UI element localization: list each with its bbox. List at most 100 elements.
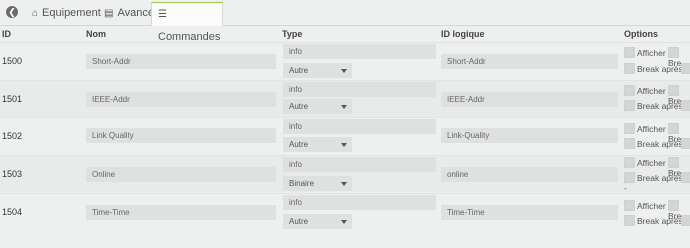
extra-checkbox[interactable] bbox=[681, 215, 690, 226]
option-afficher[interactable]: Afficher bbox=[624, 47, 666, 58]
option-extra[interactable] bbox=[681, 138, 690, 149]
option-label: Break après bbox=[637, 216, 683, 226]
afficher-checkbox[interactable] bbox=[624, 85, 635, 96]
option-extra[interactable] bbox=[681, 172, 690, 183]
break-apres-checkbox[interactable] bbox=[624, 138, 635, 149]
option-label: Afficher bbox=[637, 124, 666, 134]
extra-checkbox[interactable] bbox=[681, 138, 690, 149]
logical-id-input[interactable]: Link-Quality bbox=[441, 128, 618, 143]
tab-label: Equipement bbox=[42, 7, 101, 19]
chevron-down-icon bbox=[341, 105, 347, 109]
option-break-apres[interactable]: Break après bbox=[624, 215, 683, 226]
tab-commandes[interactable]: ☰Commandes bbox=[151, 2, 223, 43]
logical-id-input[interactable]: online bbox=[441, 167, 618, 182]
row-id: 1501 bbox=[2, 94, 23, 104]
chevron-down-icon bbox=[341, 182, 347, 186]
option-label: Afficher bbox=[637, 86, 666, 96]
subtype-value: Autre bbox=[289, 102, 309, 111]
row-id: 1504 bbox=[2, 207, 23, 217]
tab-bar: ❮ ⌂ Equipement ▤ Avancé ☰Commandes bbox=[0, 0, 690, 43]
option-label: Afficher bbox=[637, 48, 666, 58]
table-row: 1502 Link Quality info Autre Link-Qualit… bbox=[0, 117, 690, 154]
option-afficher[interactable]: Afficher bbox=[624, 157, 666, 168]
option-extra[interactable] bbox=[681, 100, 690, 111]
type-input[interactable]: info bbox=[283, 82, 436, 97]
option-label: Break après bbox=[637, 139, 683, 149]
afficher-checkbox[interactable] bbox=[624, 47, 635, 58]
home-icon: ⌂ bbox=[32, 8, 39, 19]
logical-id-input[interactable]: Time-Time bbox=[441, 205, 618, 220]
logical-id-input[interactable]: Short-Addr bbox=[441, 54, 618, 69]
name-input[interactable]: Short-Addr bbox=[86, 54, 276, 69]
name-input[interactable]: Online bbox=[86, 167, 276, 182]
option-label: Break après bbox=[637, 101, 683, 111]
subtype-select[interactable]: Autre bbox=[283, 63, 352, 78]
break-apres-checkbox[interactable] bbox=[624, 63, 635, 74]
subtype-select[interactable]: Binaire bbox=[283, 176, 352, 191]
option-label: Break après bbox=[637, 64, 683, 74]
type-input[interactable]: info bbox=[283, 119, 436, 134]
afficher-checkbox[interactable] bbox=[624, 200, 635, 211]
extra-checkbox[interactable] bbox=[681, 100, 690, 111]
bre-checkbox[interactable] bbox=[668, 200, 679, 211]
afficher-checkbox[interactable] bbox=[624, 157, 635, 168]
dash-text: - bbox=[624, 183, 627, 193]
option-break-apres[interactable]: Break après bbox=[624, 138, 683, 149]
type-input[interactable]: info bbox=[283, 195, 436, 210]
header-options: Options bbox=[624, 29, 658, 39]
header-id-logique: ID logique bbox=[441, 29, 485, 39]
afficher-checkbox[interactable] bbox=[624, 123, 635, 134]
subtype-select[interactable]: Autre bbox=[283, 99, 352, 114]
row-id: 1503 bbox=[2, 169, 23, 179]
subtype-select[interactable]: Autre bbox=[283, 214, 352, 229]
extra-checkbox[interactable] bbox=[681, 172, 690, 183]
chevron-down-icon bbox=[341, 143, 347, 147]
bre-checkbox[interactable] bbox=[668, 123, 679, 134]
type-input[interactable]: info bbox=[283, 44, 436, 59]
chevron-down-icon bbox=[341, 220, 347, 224]
row-id: 1502 bbox=[2, 131, 23, 141]
table-row: 1500 Short-Addr info Autre Short-Addr Af… bbox=[0, 42, 690, 79]
option-afficher[interactable]: Afficher bbox=[624, 85, 666, 96]
option-extra[interactable] bbox=[681, 63, 690, 74]
bre-checkbox[interactable] bbox=[668, 85, 679, 96]
option-label: Afficher bbox=[637, 158, 666, 168]
subtype-value: Autre bbox=[289, 140, 309, 149]
break-apres-checkbox[interactable] bbox=[624, 100, 635, 111]
break-apres-checkbox[interactable] bbox=[624, 215, 635, 226]
name-input[interactable]: Link Quality bbox=[86, 128, 276, 143]
header-id: ID bbox=[2, 29, 11, 39]
chevron-down-icon bbox=[341, 69, 347, 73]
table-row: 1503 Online info Binaire online Afficher… bbox=[0, 155, 690, 193]
extra-checkbox[interactable] bbox=[681, 63, 690, 74]
option-afficher[interactable]: Afficher bbox=[624, 200, 666, 211]
row-id: 1500 bbox=[2, 56, 23, 66]
logical-id-input[interactable]: IEEE-Addr bbox=[441, 92, 618, 107]
subtype-value: Autre bbox=[289, 217, 309, 226]
option-label: Afficher bbox=[637, 201, 666, 211]
name-input[interactable]: IEEE-Addr bbox=[86, 92, 276, 107]
lines-icon: ☰ bbox=[158, 9, 167, 20]
type-input[interactable]: info bbox=[283, 157, 436, 172]
back-arrow-icon[interactable]: ❮ bbox=[6, 6, 18, 18]
list-icon: ▤ bbox=[104, 8, 114, 19]
table-header: ID Nom Type ID logique Options bbox=[0, 26, 690, 42]
table-row: 1504 Time-Time info Autre Time-Time Affi… bbox=[0, 193, 690, 230]
option-break-apres[interactable]: Break après bbox=[624, 172, 683, 183]
name-input[interactable]: Time-Time bbox=[86, 205, 276, 220]
bre-checkbox[interactable] bbox=[668, 157, 679, 168]
option-break-apres[interactable]: Break après bbox=[624, 100, 683, 111]
header-nom: Nom bbox=[86, 29, 106, 39]
bre-checkbox[interactable] bbox=[668, 47, 679, 58]
table-row: 1501 IEEE-Addr info Autre IEEE-Addr Affi… bbox=[0, 80, 690, 117]
option-break-apres[interactable]: Break après bbox=[624, 63, 683, 74]
subtype-value: Binaire bbox=[289, 179, 314, 188]
tab-label: Avancé bbox=[117, 7, 154, 19]
tab-equipement[interactable]: ⌂ Equipement bbox=[26, 2, 107, 25]
header-type: Type bbox=[282, 29, 303, 39]
subtype-select[interactable]: Autre bbox=[283, 137, 352, 152]
subtype-value: Autre bbox=[289, 66, 309, 75]
option-extra[interactable] bbox=[681, 215, 690, 226]
option-afficher[interactable]: Afficher bbox=[624, 123, 666, 134]
break-apres-checkbox[interactable] bbox=[624, 172, 635, 183]
